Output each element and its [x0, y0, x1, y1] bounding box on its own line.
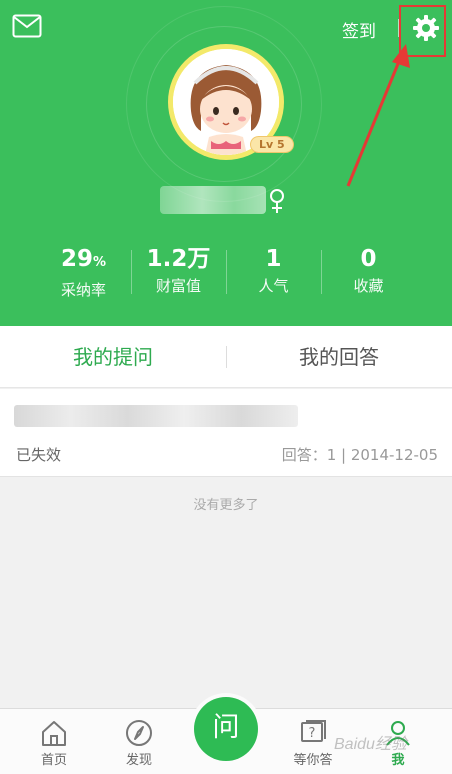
question-meta: 回答：1 | 2014-12-05 — [281, 446, 438, 464]
stat-adoption-rate[interactable]: 29% 采纳率 — [36, 244, 131, 300]
stat-label: 财富值 — [155, 277, 201, 295]
stat-label: 人气 — [258, 277, 289, 295]
stat-label: 收藏 — [353, 277, 384, 295]
stat-value: 1 — [265, 246, 282, 272]
stat-favorites[interactable]: 0 收藏 — [321, 244, 416, 300]
svg-text:?: ? — [309, 726, 316, 741]
level-badge: Lv 5 — [250, 136, 294, 153]
profile-header: 签到 Lv 5 29% 采纳率 1.2万 财富值 1 人气 0 收藏 — [0, 0, 452, 326]
stat-popularity[interactable]: 1 人气 — [226, 244, 321, 300]
compass-icon — [126, 720, 152, 746]
nav-item-discover[interactable]: 发现 — [99, 709, 179, 774]
nav-label: 首页 — [40, 753, 67, 768]
stat-value: 29 — [60, 246, 93, 272]
stat-unit: % — [92, 255, 107, 270]
nav-label: 我 — [391, 753, 405, 768]
question-title-blurred — [14, 405, 298, 427]
question-box-icon: ? — [301, 720, 326, 742]
mail-icon[interactable] — [12, 14, 42, 38]
nav-item-home[interactable]: 首页 — [14, 709, 94, 774]
watermark: Baidu经验 — [334, 736, 407, 753]
annotation-arrow — [346, 44, 410, 187]
nav-label: 发现 — [125, 753, 152, 768]
tab-my-questions[interactable]: 我的提问 — [0, 326, 226, 387]
divider — [226, 346, 227, 368]
list-item[interactable]: 已失效 回答：1 | 2014-12-05 — [0, 389, 452, 477]
nav-label: 等你答 — [293, 753, 333, 768]
annotation-highlight-box — [399, 5, 446, 57]
home-icon — [42, 721, 66, 746]
tab-my-answers[interactable]: 我的回答 — [226, 326, 452, 387]
checkin-button[interactable]: 签到 — [342, 17, 376, 42]
stat-value: 1.2万 — [146, 246, 211, 272]
stats-bar: 29% 采纳率 1.2万 财富值 1 人气 0 收藏 — [36, 244, 416, 300]
ask-question-button[interactable]: 问 — [194, 697, 258, 761]
stat-value: 0 — [360, 246, 377, 272]
question-status: 已失效 — [16, 446, 62, 464]
stat-label: 采纳率 — [60, 281, 106, 299]
female-icon — [270, 189, 284, 213]
stat-wealth[interactable]: 1.2万 财富值 — [131, 244, 226, 300]
no-more-text: 没有更多了 — [193, 498, 259, 513]
username-blurred — [160, 186, 266, 214]
